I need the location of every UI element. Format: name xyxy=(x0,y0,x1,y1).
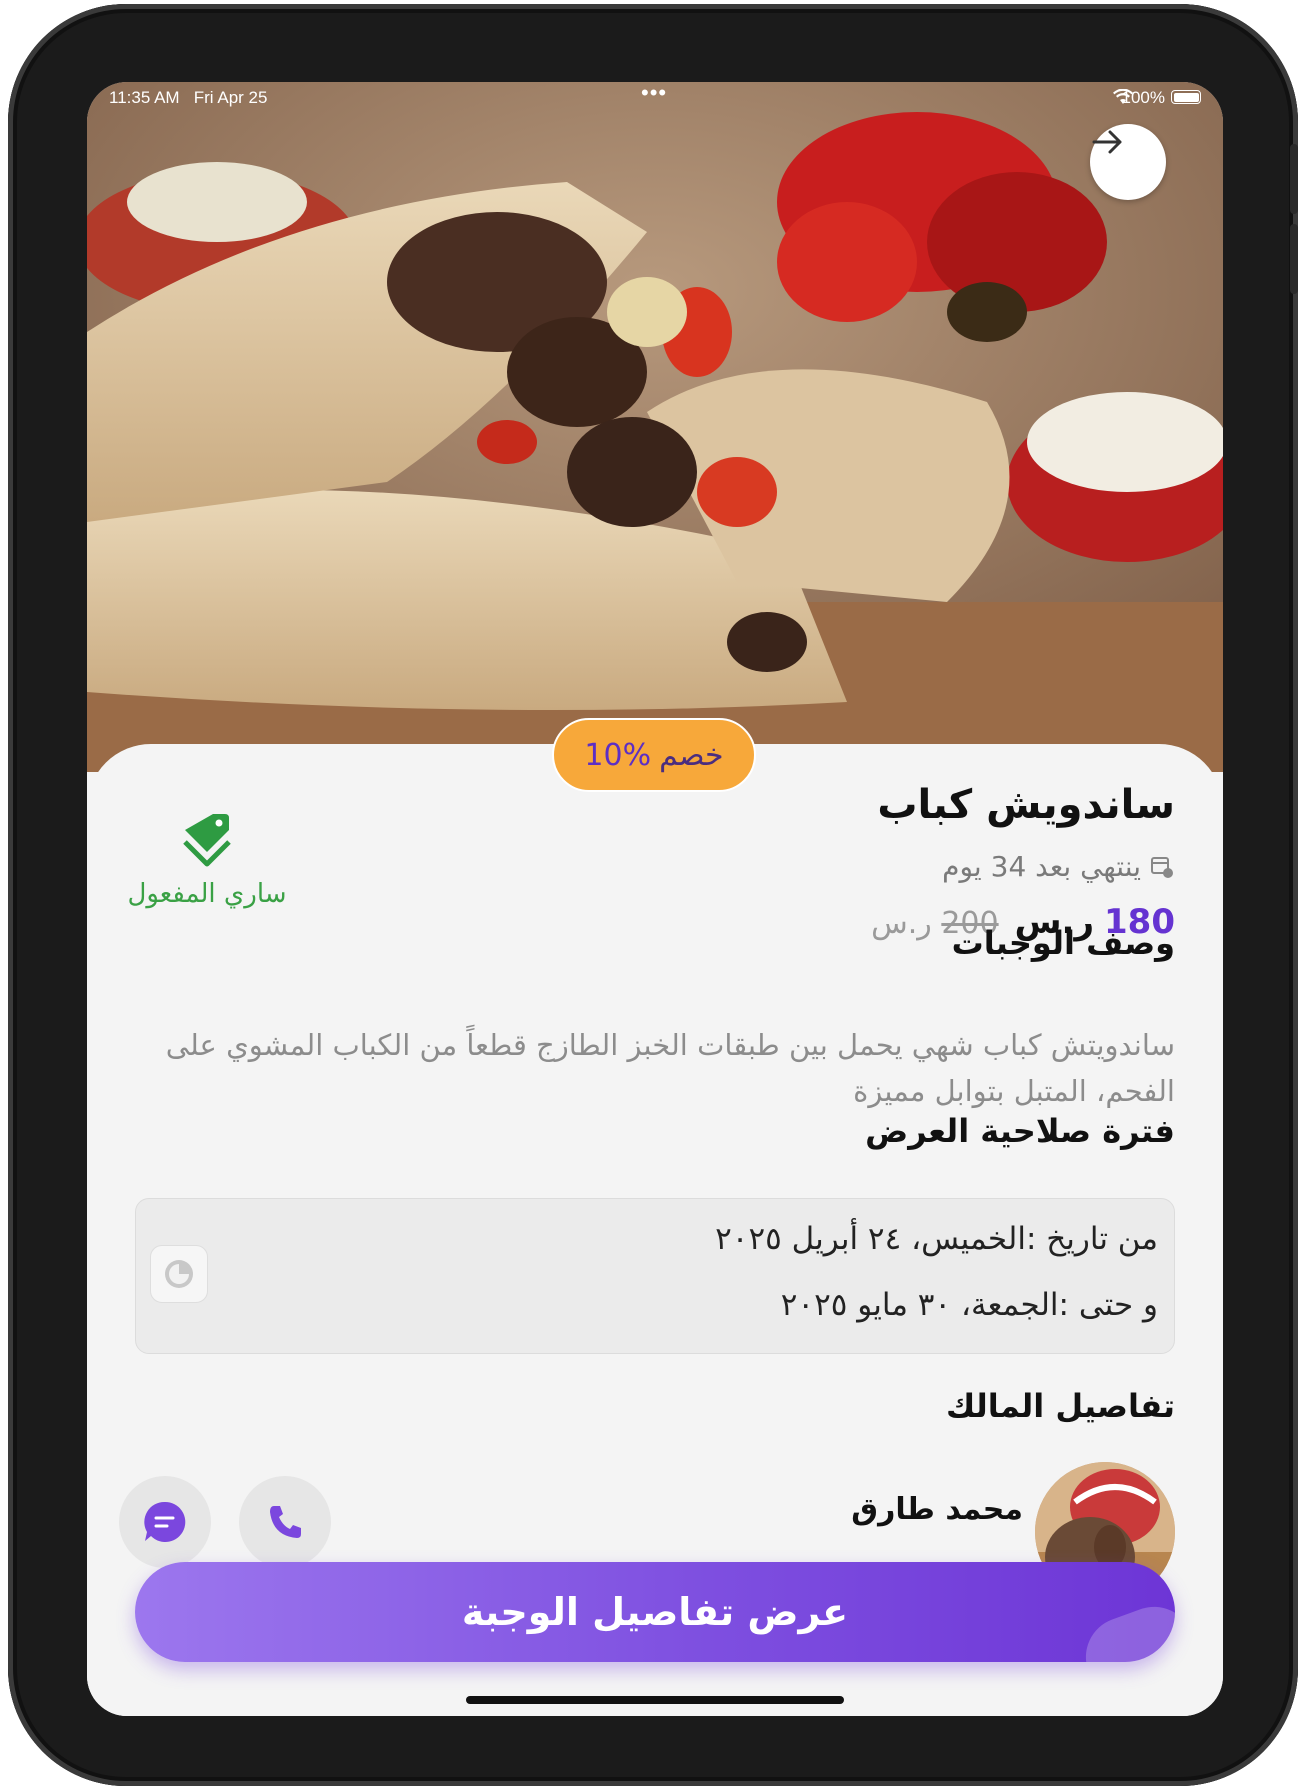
expiry-text: ينتهي بعد 34 يوم xyxy=(942,850,1141,883)
view-meal-details-button[interactable]: عرض تفاصيل الوجبة xyxy=(135,1562,1175,1662)
discount-value: 10% xyxy=(584,737,652,773)
phone-icon xyxy=(270,1506,301,1538)
cta-label: عرض تفاصيل الوجبة xyxy=(461,1590,849,1634)
owner-section-title: تفاصيل المالك xyxy=(945,1387,1175,1425)
calendar-clock-icon xyxy=(1151,856,1173,878)
discount-badge: خصم 10% xyxy=(552,718,756,792)
volume-button xyxy=(1290,144,1298,214)
decorative-blob xyxy=(1074,1595,1175,1662)
validity-box: من تاريخ :الخميس، ٢٤ أبريل ٢٠٢٥ و حتى :ا… xyxy=(135,1198,1175,1354)
volume-button xyxy=(1290,224,1298,294)
multitask-dots-icon[interactable]: ••• xyxy=(641,82,667,106)
clock-button[interactable] xyxy=(150,1245,208,1303)
chat-button[interactable] xyxy=(119,1476,211,1568)
call-button[interactable] xyxy=(239,1476,331,1568)
validity-status: ساري المفعول xyxy=(127,812,287,909)
description-title: وصف الوجبات xyxy=(951,924,1175,962)
status-bar: 11:35 AM Fri Apr 25 ••• 100% xyxy=(87,82,1223,116)
meal-title: ساندويش كباب xyxy=(877,782,1175,828)
owner-name: محمد طارق xyxy=(851,1492,1023,1527)
screen: 11:35 AM Fri Apr 25 ••• 100% خصم 10% سان… xyxy=(87,82,1223,1716)
battery-percent: 100% xyxy=(1121,88,1165,107)
expiry-row: ينتهي بعد 34 يوم xyxy=(942,850,1175,883)
battery-icon xyxy=(1171,90,1201,104)
validity-status-label: ساري المفعول xyxy=(127,879,287,909)
validity-title: فترة صلاحية العرض xyxy=(865,1112,1175,1150)
chat-icon xyxy=(144,1501,186,1542)
validity-from: من تاريخ :الخميس، ٢٤ أبريل ٢٠٢٥ xyxy=(715,1221,1158,1257)
status-time: 11:35 AM Fri Apr 25 xyxy=(109,88,268,107)
description-text: ساندويتش كباب شهي يحمل بين طبقات الخبز ا… xyxy=(165,1028,1175,1108)
home-indicator[interactable] xyxy=(466,1696,844,1704)
meal-photo: 11:35 AM Fri Apr 25 ••• 100% xyxy=(87,82,1223,772)
arrow-right-icon xyxy=(1092,130,1122,154)
back-button[interactable] xyxy=(1090,124,1166,200)
tag-icon xyxy=(183,814,231,867)
clock-icon xyxy=(165,1260,193,1288)
discount-label: خصم xyxy=(659,737,724,773)
validity-to: و حتى :الجمعة، ٣٠ مايو ٢٠٢٥ xyxy=(780,1287,1158,1323)
